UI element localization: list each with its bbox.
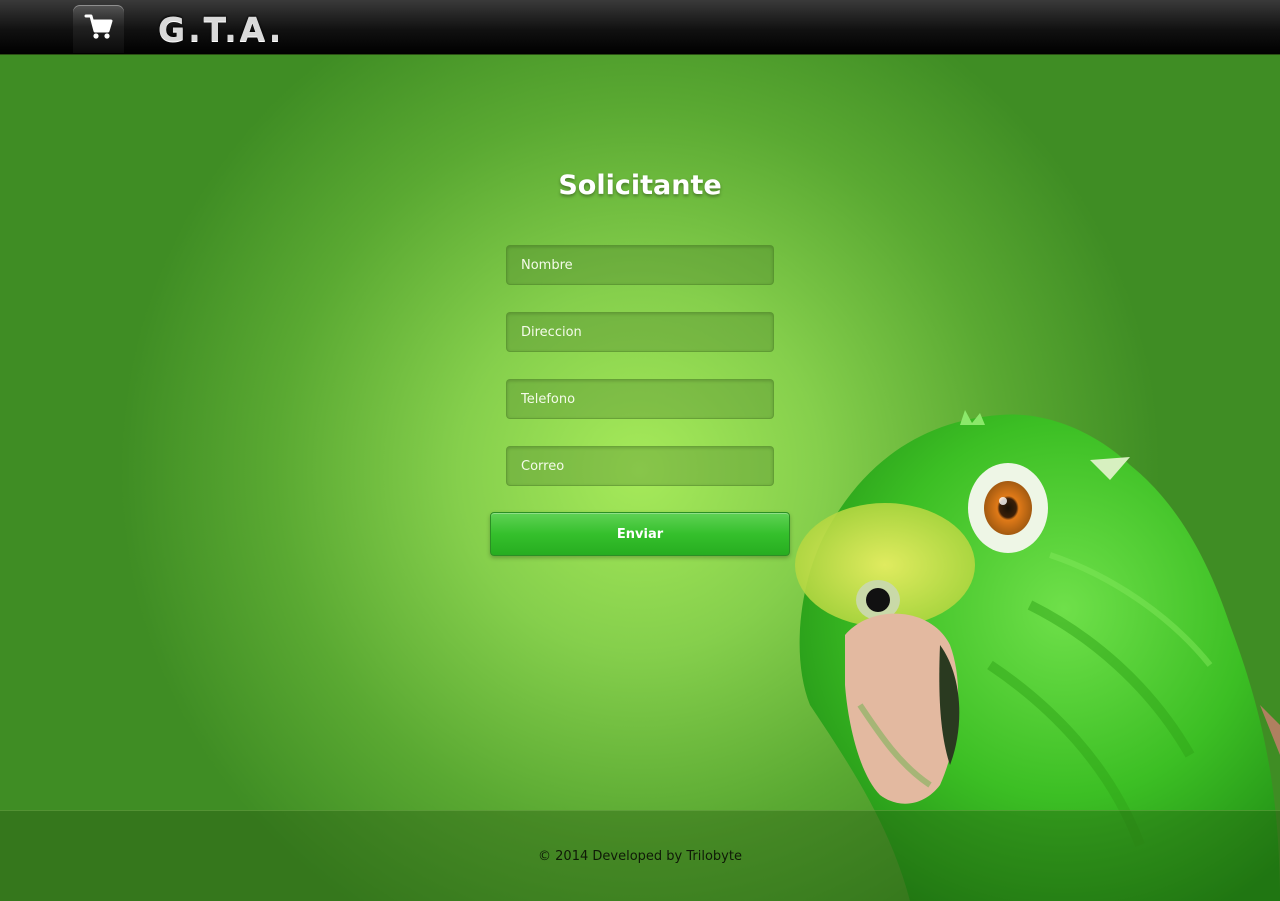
nombre-field[interactable] [506,245,774,285]
shopping-cart-icon [84,13,114,45]
form-title: Solicitante [558,170,722,201]
enviar-button[interactable]: Enviar [490,512,790,556]
footer: © 2014 Developed by Trilobyte [0,810,1280,901]
direccion-field[interactable] [506,312,774,352]
correo-field[interactable] [506,446,774,486]
brand-title[interactable]: G.T.A. [158,10,284,49]
cart-button[interactable] [73,5,124,53]
footer-copyright: © 2014 Developed by Trilobyte [538,849,742,864]
top-navbar: G.T.A. [0,0,1280,55]
telefono-field[interactable] [506,379,774,419]
